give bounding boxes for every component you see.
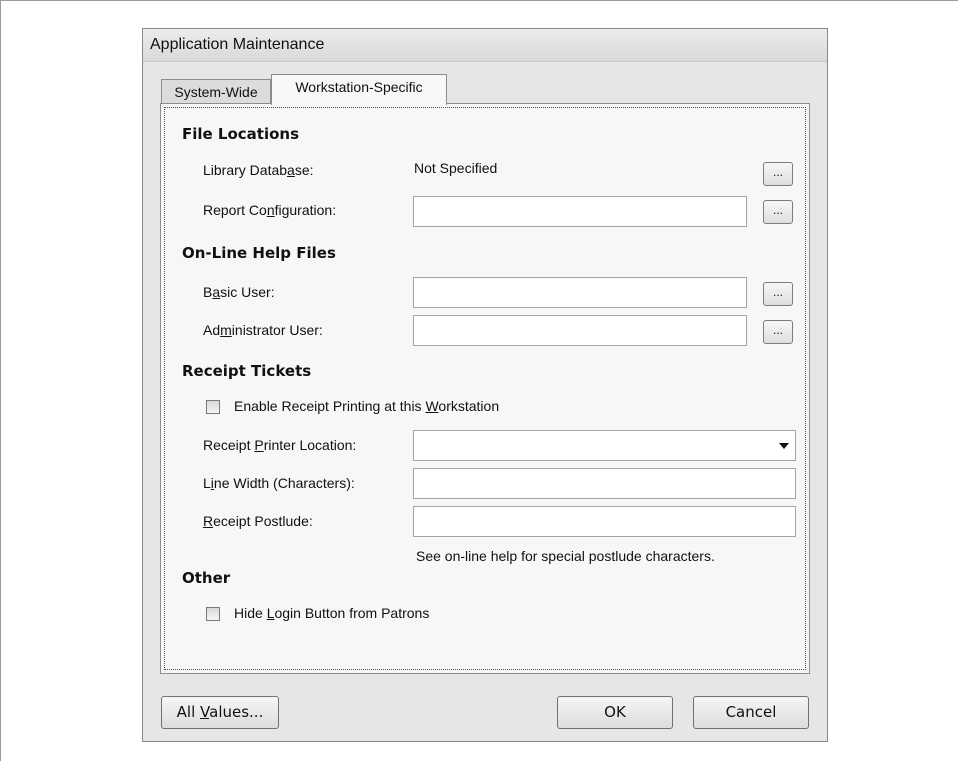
ok-button[interactable]: OK (557, 696, 673, 729)
library-database-value: Not Specified (414, 160, 498, 176)
window-title: Application Maintenance (150, 36, 325, 53)
line-width-label: Line Width (Characters): (203, 475, 355, 491)
frame-left-border (0, 0, 1, 761)
enable-receipt-printing-label[interactable]: Enable Receipt Printing at this Workstat… (234, 398, 499, 414)
postlude-hint-text: See on-line help for special postlude ch… (416, 548, 715, 564)
library-database-browse-button[interactable]: ... (763, 162, 793, 186)
tab-workstation-specific[interactable]: Workstation-Specific (271, 74, 447, 105)
basic-user-input[interactable] (413, 277, 747, 308)
library-database-label: Library Database: (203, 162, 314, 178)
administrator-user-browse-button[interactable]: ... (763, 320, 793, 344)
title-bar[interactable]: Application Maintenance (143, 29, 827, 62)
application-maintenance-dialog: Application Maintenance System-Wide Work… (142, 28, 828, 742)
frame-top-border (0, 0, 958, 1)
report-configuration-browse-button[interactable]: ... (763, 200, 793, 224)
chevron-down-icon[interactable] (779, 443, 789, 449)
receipt-postlude-input[interactable] (413, 506, 796, 537)
hide-login-button-checkbox[interactable] (206, 607, 220, 621)
help-files-heading: On-Line Help Files (182, 244, 336, 262)
tab-workstation-specific-label: Workstation-Specific (295, 79, 423, 95)
basic-user-browse-button[interactable]: ... (763, 282, 793, 306)
tab-system-wide-label: System-Wide (174, 84, 258, 100)
focus-rectangle (164, 107, 806, 670)
hide-login-button-label[interactable]: Hide Login Button from Patrons (234, 605, 429, 621)
receipt-printer-location-label: Receipt Printer Location: (203, 437, 357, 453)
cancel-button[interactable]: Cancel (693, 696, 809, 729)
administrator-user-input[interactable] (413, 315, 747, 346)
basic-user-label: Basic User: (203, 284, 275, 300)
receipt-printer-location-dropdown[interactable] (413, 430, 796, 461)
receipt-postlude-label: Receipt Postlude: (203, 513, 313, 529)
administrator-user-label: Administrator User: (203, 322, 323, 338)
report-configuration-label: Report Configuration: (203, 202, 337, 218)
receipt-tickets-heading: Receipt Tickets (182, 362, 312, 380)
line-width-input[interactable] (413, 468, 796, 499)
report-configuration-input[interactable] (413, 196, 747, 227)
enable-receipt-printing-checkbox[interactable] (206, 400, 220, 414)
tab-panel: File Locations Library Database: Not Spe… (160, 103, 810, 674)
all-values-button[interactable]: All Values... (161, 696, 279, 729)
tab-system-wide[interactable]: System-Wide (161, 79, 271, 104)
file-locations-heading: File Locations (182, 125, 300, 143)
other-heading: Other (182, 569, 231, 587)
